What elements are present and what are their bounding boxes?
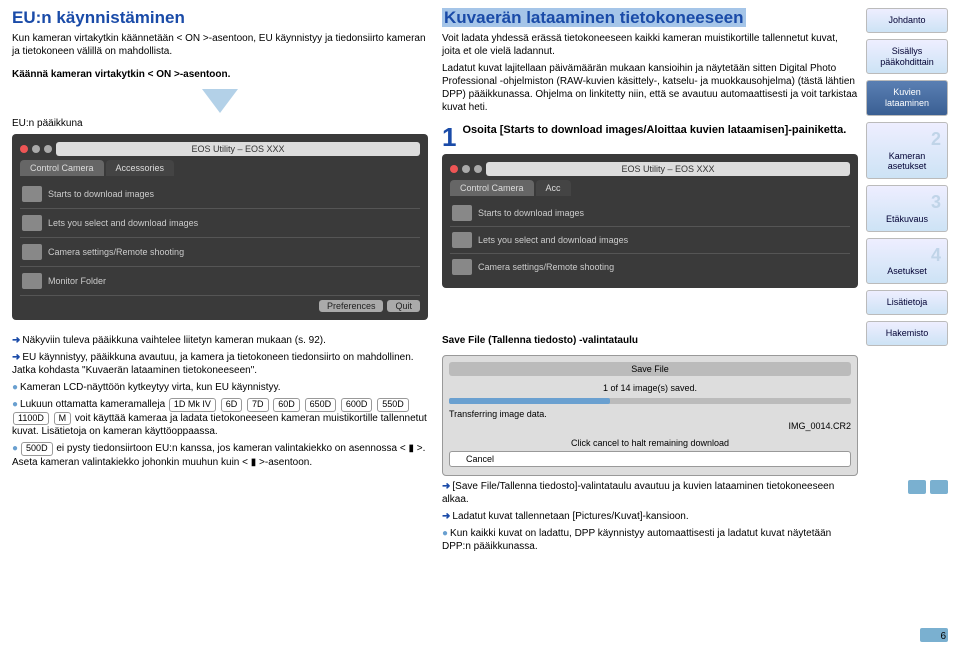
left-step: Käännä kameran virtakytkin < ON >-asento… — [12, 68, 428, 81]
row-download-2-label: Starts to download images — [478, 208, 584, 218]
right-title-text: Kuvaerän lataaminen tietokoneeseen — [442, 8, 746, 27]
step-1-number: 1 — [442, 124, 456, 150]
sidebar-nav: Johdanto Sisällys pääkohdittain Kuvien l… — [858, 8, 948, 642]
min-icon — [462, 165, 470, 173]
model-badge: 550D — [377, 398, 409, 412]
sidebar-item-kameran-asetukset[interactable]: 2Kameran asetukset — [866, 122, 948, 179]
camera-icon — [452, 259, 472, 275]
zoom-icon — [474, 165, 482, 173]
model-badge: 7D — [247, 398, 269, 412]
section-num-2: 2 — [871, 129, 943, 151]
eu-main-panel: EOS Utility – EOS XXX Control Camera Acc… — [12, 134, 428, 320]
dialog-count: 1 of 14 image(s) saved. — [449, 382, 851, 394]
preferences-button[interactable]: Preferences — [319, 300, 384, 312]
left-title: EU:n käynnistäminen — [12, 8, 428, 28]
result-1: ➜[Save File/Tallenna tiedosto]-valintata… — [442, 480, 858, 506]
model-badge: 1100D — [13, 412, 49, 426]
min-icon — [32, 145, 40, 153]
right-title: Kuvaerän lataaminen tietokoneeseen — [442, 8, 858, 28]
nav-prev-button[interactable] — [908, 480, 926, 494]
model-badge: 60D — [273, 398, 300, 412]
row-select-label: Lets you select and download images — [48, 218, 198, 228]
page-number: 6 — [940, 631, 946, 642]
sidebar-item-asetukset[interactable]: 4Asetukset — [866, 238, 948, 284]
right-p2: Ladatut kuvat lajitellaan päivämäärän mu… — [442, 62, 858, 114]
row-download-2[interactable]: Starts to download images — [450, 200, 850, 227]
dialog-transfer: Transferring image data. — [449, 408, 851, 420]
row-settings[interactable]: Camera settings/Remote shooting — [20, 238, 420, 267]
note-3: ●Kameran LCD-näyttöön kytkeytyy virta, k… — [12, 381, 428, 394]
row-monitor-label: Monitor Folder — [48, 276, 106, 286]
close-icon — [20, 145, 28, 153]
row-settings-2[interactable]: Camera settings/Remote shooting — [450, 254, 850, 280]
panel-title-2: EOS Utility – EOS XXX — [486, 162, 850, 176]
progress-bar — [449, 398, 851, 404]
bullet-icon: ● — [12, 443, 18, 454]
eu-step-panel: EOS Utility – EOS XXX Control Camera Acc… — [442, 154, 858, 288]
dialog-filename: IMG_0014.CR2 — [449, 420, 851, 432]
select-icon — [452, 232, 472, 248]
camera-icon — [22, 244, 42, 260]
download-icon — [452, 205, 472, 221]
download-icon — [22, 186, 42, 202]
bullet-icon: ● — [12, 399, 18, 410]
bullet-icon: ● — [442, 528, 448, 539]
tab-control-camera[interactable]: Control Camera — [20, 160, 104, 176]
sidebar-item-kuvien-lataaminen[interactable]: Kuvien lataaminen — [866, 80, 948, 116]
dialog-hint: Click cancel to halt remaining download — [449, 437, 851, 449]
result-2: ➜Ladatut kuvat tallennetaan [Pictures/Ku… — [442, 510, 858, 523]
arrow-right-icon: ➜ — [12, 335, 20, 346]
model-badge: M — [54, 412, 72, 426]
row-select[interactable]: Lets you select and download images — [20, 209, 420, 238]
row-select-2-label: Lets you select and download images — [478, 235, 628, 245]
row-download-label: Starts to download images — [48, 189, 154, 199]
row-download[interactable]: Starts to download images — [20, 180, 420, 209]
sidebar-item-lisatietoja[interactable]: Lisätietoja — [866, 290, 948, 315]
note-5: ●500D ei pysty tiedonsiirtoon EU:n kanss… — [12, 442, 428, 469]
model-badge: 600D — [341, 398, 373, 412]
step-1-text: Osoita [Starts to download images/Aloitt… — [462, 124, 846, 150]
note-4: ●Lukuun ottamatta kameramalleja 1D Mk IV… — [12, 398, 428, 438]
nav-next-button[interactable] — [930, 480, 948, 494]
sidebar-item-etakuvaus[interactable]: 3Etäkuvaus — [866, 185, 948, 231]
arrow-right-icon: ➜ — [12, 352, 20, 363]
zoom-icon — [44, 145, 52, 153]
select-icon — [22, 215, 42, 231]
folder-icon — [22, 273, 42, 289]
row-monitor[interactable]: Monitor Folder — [20, 267, 420, 296]
panel-label: EU:n pääikkuna — [12, 117, 428, 130]
left-intro: Kun kameran virtakytkin käännetään < ON … — [12, 32, 428, 58]
section-num-4: 4 — [871, 245, 943, 267]
note-2: ➜EU käynnistyy, pääikkuna avautuu, ja ka… — [12, 351, 428, 377]
model-badge: 1D Mk IV — [169, 398, 216, 412]
arrow-down-icon — [202, 89, 238, 113]
dialog-title: Save File — [449, 362, 851, 376]
model-badge-500d: 500D — [21, 442, 53, 456]
row-settings-2-label: Camera settings/Remote shooting — [478, 262, 614, 272]
sidebar-item-johdanto[interactable]: Johdanto — [866, 8, 948, 33]
sidebar-item-sisallys[interactable]: Sisällys pääkohdittain — [866, 39, 948, 75]
save-dialog-label: Save File (Tallenna tiedosto) -valintata… — [442, 334, 858, 347]
model-badge: 650D — [305, 398, 337, 412]
note-1: ➜Näkyviin tuleva pääikkuna vaihtelee lii… — [12, 334, 428, 347]
tab-control-camera-2[interactable]: Control Camera — [450, 180, 534, 196]
model-badge: 6D — [221, 398, 243, 412]
save-file-dialog: Save File 1 of 14 image(s) saved. Transf… — [442, 355, 858, 476]
tab-accessories[interactable]: Accessories — [106, 160, 175, 176]
panel-title: EOS Utility – EOS XXX — [56, 142, 420, 156]
arrow-right-icon: ➜ — [442, 481, 450, 492]
arrow-right-icon: ➜ — [442, 511, 450, 522]
section-num-3: 3 — [871, 192, 943, 214]
sidebar-item-hakemisto[interactable]: Hakemisto — [866, 321, 948, 346]
result-3: ●Kun kaikki kuvat on ladattu, DPP käynni… — [442, 527, 858, 553]
cancel-button[interactable]: Cancel — [449, 451, 851, 467]
bullet-icon: ● — [12, 382, 18, 393]
tab-accessories-2[interactable]: Acc — [536, 180, 571, 196]
quit-button[interactable]: Quit — [387, 300, 420, 312]
row-select-2[interactable]: Lets you select and download images — [450, 227, 850, 254]
row-settings-label: Camera settings/Remote shooting — [48, 247, 184, 257]
right-p1: Voit ladata yhdessä erässä tietokoneesee… — [442, 32, 858, 58]
close-icon — [450, 165, 458, 173]
